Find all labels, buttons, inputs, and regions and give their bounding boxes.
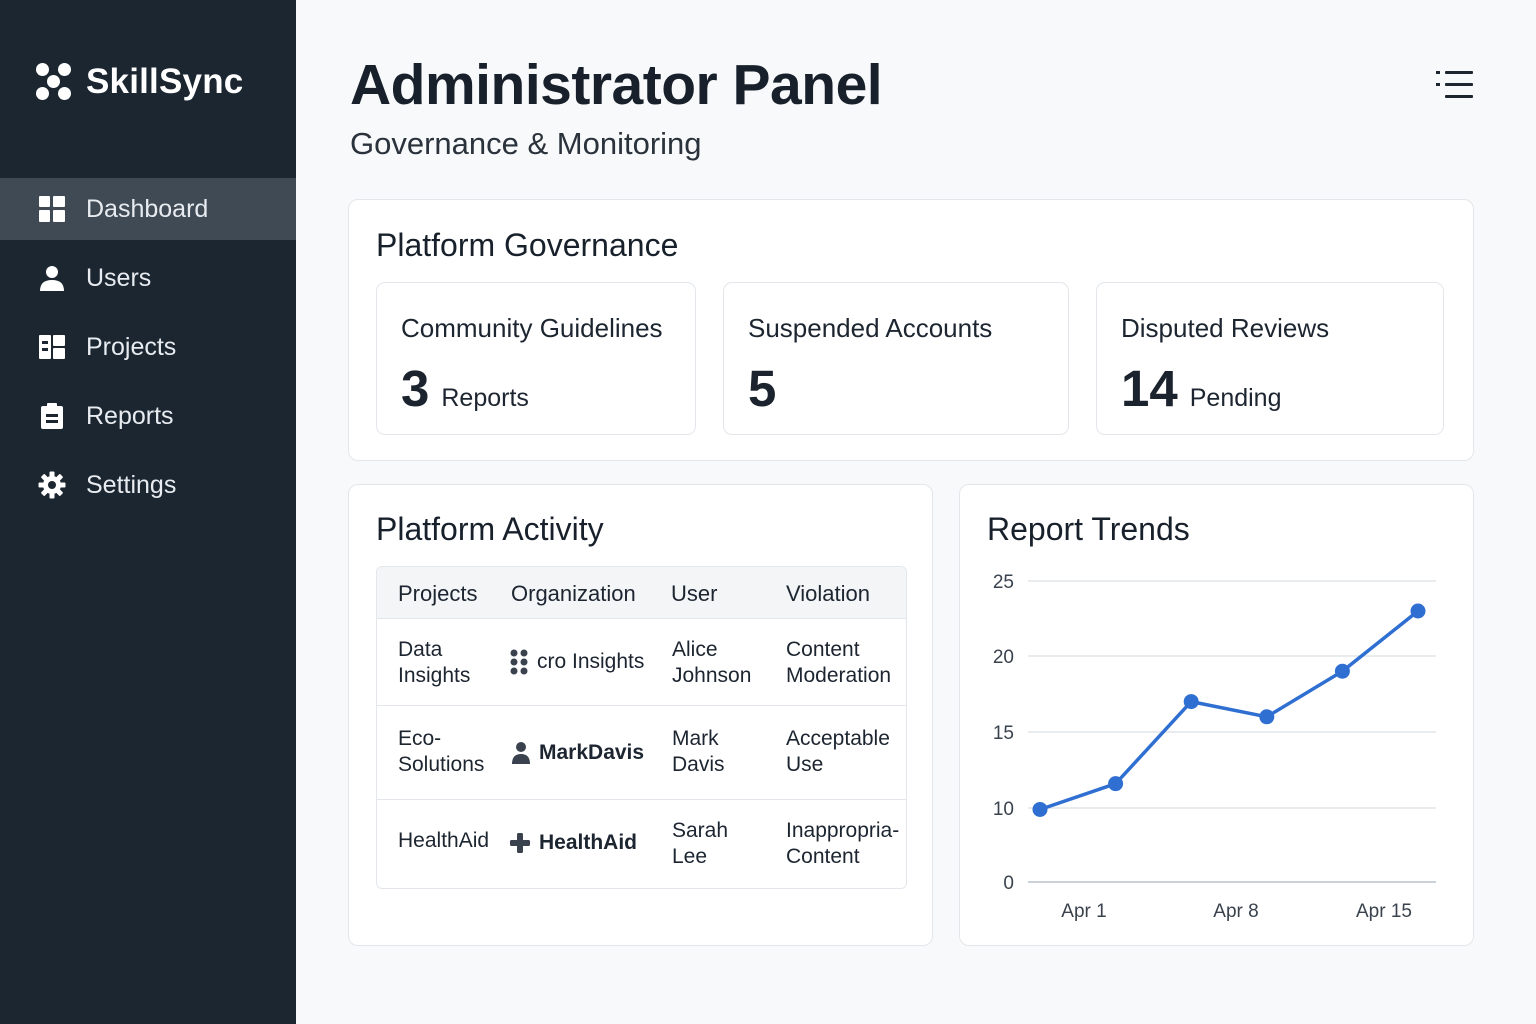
cell-violation: Acceptable Use <box>786 727 890 776</box>
sidebar-item-dashboard[interactable]: Dashboard <box>0 178 296 240</box>
brand[interactable]: SkillSync <box>36 62 243 102</box>
sidebar-nav: Dashboard Users Projects Reports Setting… <box>0 178 296 523</box>
column-header-user[interactable]: User <box>671 581 717 607</box>
data-point <box>1334 663 1350 679</box>
metric-label: Disputed Reviews <box>1121 313 1330 343</box>
dots-icon <box>510 649 528 675</box>
table-row[interactable]: Data Insights cro Insights Alice Johnson… <box>377 619 906 706</box>
sidebar-item-reports[interactable]: Reports <box>0 385 296 447</box>
org-name: cro Insights <box>537 650 645 673</box>
sidebar-item-label: Settings <box>86 470 177 499</box>
table-row[interactable]: HealthAid HealthAid Sarah Lee Inappropri… <box>377 800 906 888</box>
metric-unit: Pending <box>1189 384 1282 412</box>
column-header-organization[interactable]: Organization <box>511 581 636 607</box>
x-tick-label: Apr 15 <box>1356 901 1412 922</box>
cell-violation: Inappropria- Content <box>786 819 900 868</box>
metric-number: 14 <box>1121 360 1178 417</box>
sidebar-item-users[interactable]: Users <box>0 247 296 309</box>
skillsync-logo-icon <box>36 63 74 101</box>
metric-community-guidelines[interactable]: Community Guidelines 3 Reports <box>376 282 696 435</box>
list-menu-icon[interactable] <box>1436 68 1474 102</box>
cell-violation: Content Moderation <box>786 638 892 687</box>
metric-number: 5 <box>748 360 777 417</box>
data-point <box>1410 603 1426 619</box>
brand-name: SkillSync <box>86 62 244 101</box>
metric-disputed-reviews[interactable]: Disputed Reviews 14 Pending <box>1096 282 1444 435</box>
sidebar-item-label: Dashboard <box>86 194 209 223</box>
data-point <box>1183 694 1199 710</box>
cell-project: HealthAid <box>398 829 490 852</box>
table-header: Projects Organization User Violation <box>377 567 906 619</box>
metric-suspended-accounts[interactable]: Suspended Accounts 5 <box>723 282 1069 435</box>
data-point <box>1032 801 1048 817</box>
data-point <box>1108 776 1124 792</box>
platform-activity-card: Platform Activity Projects Organization … <box>348 484 933 946</box>
series-line <box>1039 609 1420 812</box>
table-row[interactable]: Eco- Solutions MarkDavis Mark Davis Acce… <box>377 706 906 800</box>
platform-governance-card: Platform Governance Community Guidelines… <box>348 199 1474 461</box>
person-icon <box>512 742 530 764</box>
user-icon <box>38 264 66 292</box>
column-header-violation[interactable]: Violation <box>786 581 870 607</box>
metric-value: 14 Pending <box>1121 359 1281 418</box>
card-title: Platform Governance <box>376 227 679 263</box>
y-tick-label: 20 <box>993 647 1014 668</box>
report-trends-chart: 0 10 15 20 25 Apr 1 Apr 8 Apr 15 <box>993 572 1436 922</box>
x-tick-label: Apr 1 <box>1061 901 1106 922</box>
cell-user: Sarah Lee <box>672 819 729 868</box>
metric-value: 3 Reports <box>401 359 529 418</box>
report-trends-card: Report Trends 0 10 15 20 25 Apr 1 Apr 8 Apr 15 <box>959 484 1474 946</box>
cell-organization: MarkDavis <box>511 740 644 766</box>
projects-icon <box>38 333 66 361</box>
cell-organization: cro Insights <box>509 649 644 675</box>
sidebar-item-settings[interactable]: Settings <box>0 454 296 516</box>
sidebar-item-projects[interactable]: Projects <box>0 316 296 378</box>
y-tick-label: 25 <box>993 572 1014 593</box>
plus-icon <box>510 833 530 853</box>
cell-organization: HealthAid <box>509 830 637 856</box>
sidebar-item-label: Projects <box>86 332 177 361</box>
card-title: Platform Activity <box>376 511 604 547</box>
dashboard-icon <box>38 195 66 223</box>
data-point <box>1259 709 1275 725</box>
page-subtitle: Governance & Monitoring <box>350 126 702 161</box>
column-header-projects[interactable]: Projects <box>398 581 477 607</box>
cell-project: Eco- Solutions <box>398 727 485 776</box>
y-tick-label: 15 <box>993 723 1014 744</box>
metric-label: Community Guidelines <box>401 313 663 343</box>
sidebar-item-label: Users <box>86 263 152 292</box>
metric-value: 5 <box>748 359 788 418</box>
cell-user: Alice Johnson <box>672 638 752 687</box>
gear-icon <box>38 471 66 499</box>
metric-label: Suspended Accounts <box>748 313 993 343</box>
x-tick-label: Apr 8 <box>1213 901 1258 922</box>
y-tick-label: 0 <box>1003 873 1014 894</box>
activity-table: Projects Organization User Violation Dat… <box>376 566 907 889</box>
y-tick-label: 10 <box>993 799 1014 820</box>
clipboard-icon <box>38 402 66 430</box>
org-name: MarkDavis <box>539 741 645 764</box>
org-name: HealthAid <box>539 831 638 854</box>
page-title: Administrator Panel <box>350 53 883 117</box>
sidebar-item-label: Reports <box>86 401 174 430</box>
cell-user: Mark Davis <box>672 727 725 776</box>
metric-unit: Reports <box>441 384 529 412</box>
metric-number: 3 <box>401 360 430 417</box>
cell-project: Data Insights <box>398 638 471 687</box>
sidebar: SkillSync Dashboard Users Projects Repor… <box>0 0 296 1024</box>
